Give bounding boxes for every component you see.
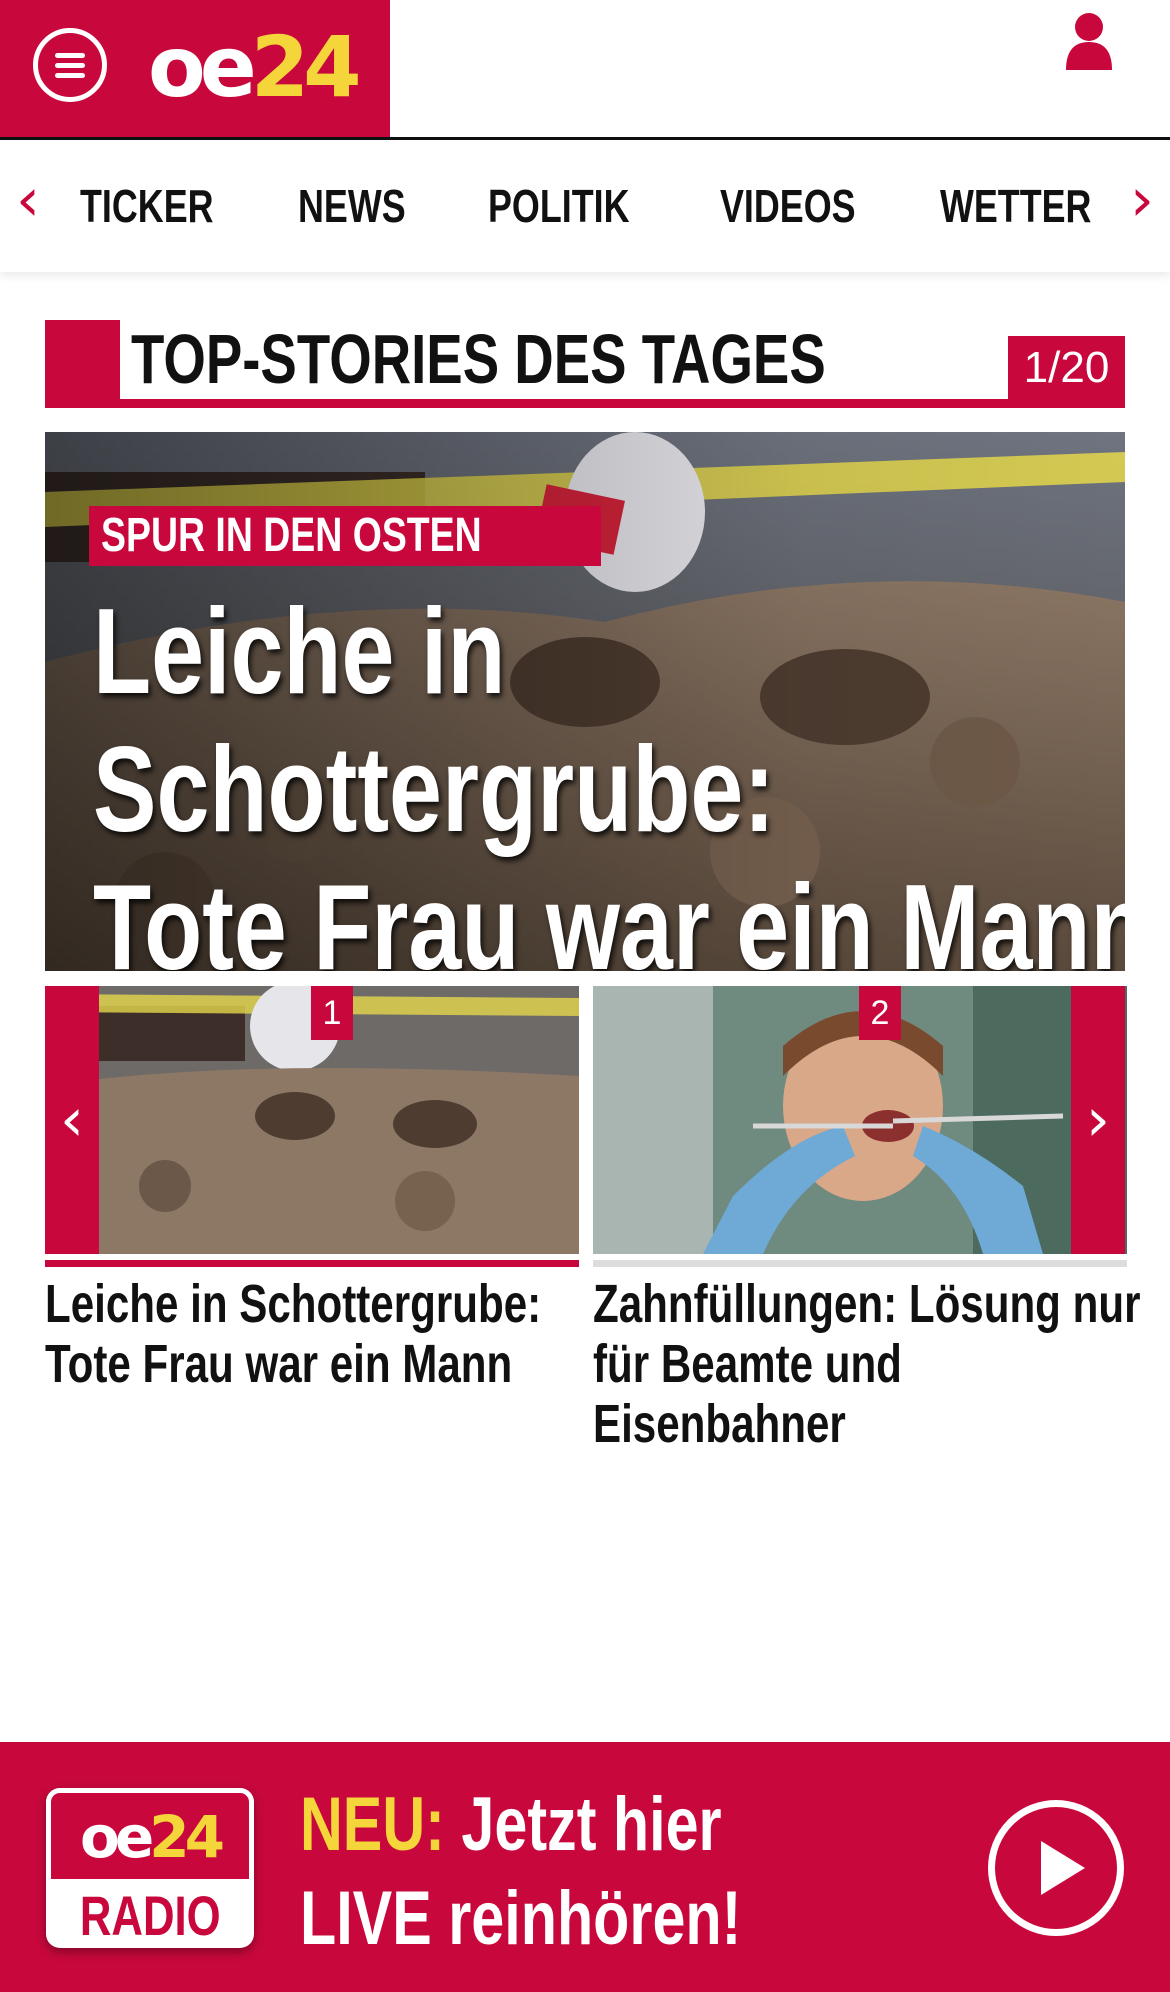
radio-logo-label: RADIO [46,1884,254,1948]
hero-kicker-text: SPUR IN DEN OSTEN [101,509,482,562]
story-card-title-line: Leiche in Schottergrube: [45,1274,585,1334]
radio-banner[interactable]: oe24 RADIO NEU: Jetzt hier LIVE reinhöre… [0,1742,1170,1992]
radio-logo-mark: oe24 [46,1788,254,1884]
nav-item-label: WETTER [940,180,1092,232]
story-card-title-text: Tote Frau war ein Mann [45,1334,513,1394]
story-card-title: Zahnfüllungen: Lösung nur für Beamte und… [593,1274,1140,1454]
nav-item-wetter[interactable]: WETTER [940,178,1134,234]
story-card-title: Leiche in Schottergrube: Tote Frau war e… [45,1274,585,1394]
nav-next-chevron-icon[interactable]: › [1130,170,1154,230]
hero-headline-text: Leiche in [93,583,506,719]
radio-neu-label: NEU: [300,1782,445,1867]
nav-prev-chevron-icon[interactable]: ‹ [16,170,40,230]
story-card-title-line: Tote Frau war ein Mann [45,1334,585,1394]
radio-logo-oe: oe [80,1803,154,1871]
section-heading: TOP-STORIES DES TAGES 1/20 [45,320,1125,408]
story-counter-badge: 1/20 [1008,336,1125,400]
category-nav: ‹ TICKER NEWS POLITIK VIDEOS WETTER › [0,140,1170,272]
story-card-title-line: Zahnfüllungen: Lösung nur [593,1274,1140,1334]
nav-item-ticker[interactable]: TICKER [80,178,251,234]
hero-headline-line: Leiche in [93,582,993,720]
hero-kicker-badge: SPUR IN DEN OSTEN [89,506,602,566]
story-card-title-line: für Beamte und [593,1334,1133,1394]
brand-bar: oe24 [0,0,390,139]
story-card-inactive-indicator [593,1260,1127,1267]
site-header: oe24 [0,0,1170,140]
section-title: TOP-STORIES DES TAGES [131,320,1022,398]
section-title-text: TOP-STORIES DES TAGES [131,320,826,398]
nav-item-label: VIDEOS [720,180,856,232]
nav-item-news[interactable]: NEWS [298,178,436,234]
story-card-rank-badge: 2 [859,986,901,1040]
radio-line1-text: Jetzt hier [444,1782,722,1867]
site-logo[interactable]: oe24 [148,22,362,112]
radio-line2-text: LIVE reinhören! [300,1876,742,1961]
slider-next-chevron-icon[interactable]: › [1071,986,1125,1254]
story-card-title-text: für Beamte und [593,1334,902,1394]
logo-24: 24 [250,18,362,116]
story-card-title-line: Eisenbahner [593,1394,1133,1454]
section-accent-block [45,320,120,408]
radio-promo-text: NEU: Jetzt hier LIVE reinhören! [300,1778,866,1966]
radio-logo: oe24 RADIO [46,1788,254,1948]
user-icon[interactable] [1064,12,1114,70]
story-card-title-text: Leiche in Schottergrube: [45,1274,542,1334]
slider-prev-chevron-icon[interactable]: ‹ [45,986,99,1254]
nav-item-label: TICKER [80,180,214,232]
hero-story[interactable]: SPUR IN DEN OSTEN Leiche in Schottergrub… [45,432,1125,971]
hero-headline-line: Schottergrube: [93,720,993,858]
nav-item-politik[interactable]: POLITIK [488,178,669,234]
hero-headline: Leiche in Schottergrube: Tote Frau war e… [93,582,1125,971]
nav-item-videos[interactable]: VIDEOS [720,178,894,234]
hero-headline-text: Schottergrube: [93,721,776,857]
nav-item-label: POLITIK [488,180,630,232]
radio-promo-line-1: NEU: Jetzt hier [300,1778,866,1872]
radio-logo-label-text: RADIO [79,1884,221,1947]
hero-headline-line: Tote Frau war ein Mann [93,858,1125,971]
nav-item-label: NEWS [298,180,406,232]
story-card-rank-badge: 1 [311,986,353,1040]
story-card-active-indicator [45,1260,579,1267]
hero-headline-text: Tote Frau war ein Mann [93,859,1125,971]
hamburger-menu-icon[interactable] [33,28,107,102]
play-icon[interactable] [988,1800,1124,1936]
section-underline [45,399,1125,408]
radio-logo-24: 24 [149,1803,225,1871]
story-card-title-text: Eisenbahner [593,1394,846,1454]
logo-oe: oe [148,18,257,116]
story-card-title-text: Zahnfüllungen: Lösung nur [593,1274,1141,1334]
radio-promo-line-2: LIVE reinhören! [300,1872,866,1966]
